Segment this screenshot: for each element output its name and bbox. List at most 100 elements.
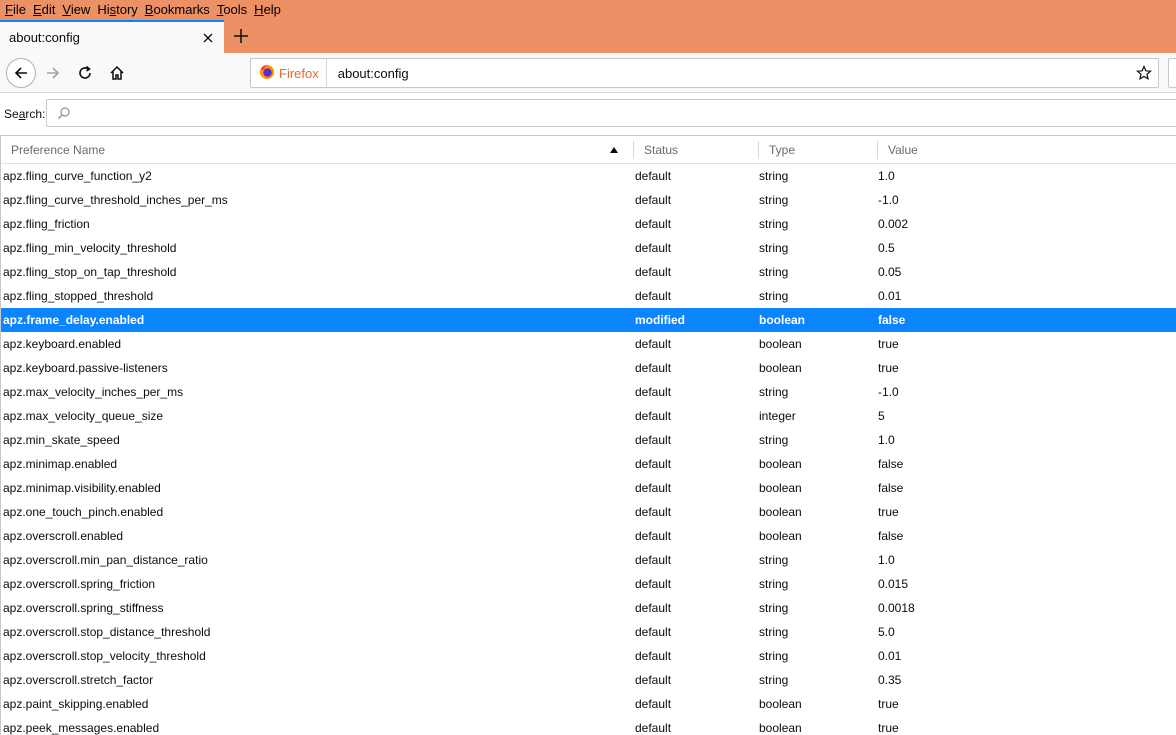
status-cell: default xyxy=(635,337,672,351)
status-cell: default xyxy=(635,553,672,567)
menu-item[interactable]: File xyxy=(2,0,29,20)
table-row[interactable]: apz.overscroll.stop_distance_threshold de… xyxy=(1,620,1176,644)
search-input[interactable] xyxy=(46,99,1176,127)
menu-item[interactable]: Tools xyxy=(214,0,250,20)
value-cell: 0.01 xyxy=(878,649,902,663)
value-cell: true xyxy=(878,505,899,519)
tree-header: Preference Name Status Type Value xyxy=(1,136,1176,164)
table-row[interactable]: apz.overscroll.stretch_factor default stri… xyxy=(1,668,1176,692)
preference-name-cell: apz.keyboard.passive-listeners xyxy=(3,361,168,375)
value-cell: -1.0 xyxy=(878,193,899,207)
table-row[interactable]: apz.fling_stop_on_tap_threshold default st… xyxy=(1,260,1176,284)
bookmark-star-icon[interactable] xyxy=(1130,65,1158,81)
value-cell: 1.0 xyxy=(878,433,895,447)
reload-icon[interactable] xyxy=(70,58,100,88)
type-cell: boolean xyxy=(759,457,802,471)
status-cell: default xyxy=(635,673,672,687)
toolbar-overflow-field[interactable] xyxy=(1168,58,1176,88)
url-input[interactable]: about:config xyxy=(338,66,1130,81)
table-row[interactable]: apz.paint_skipping.enabled default boolean… xyxy=(1,692,1176,716)
table-row[interactable]: apz.fling_min_velocity_threshold default s… xyxy=(1,236,1176,260)
table-row[interactable]: apz.minimap.enabled default boolean false xyxy=(1,452,1176,476)
value-cell: 1.0 xyxy=(878,553,895,567)
status-cell: default xyxy=(635,409,672,423)
column-header-value[interactable]: Value xyxy=(878,136,1176,164)
table-row[interactable]: apz.overscroll.stop_velocity_threshold de… xyxy=(1,644,1176,668)
menu-item[interactable]: Bookmarks xyxy=(142,0,213,20)
value-cell: 0.01 xyxy=(878,289,902,303)
status-cell: default xyxy=(635,217,672,231)
menu-item[interactable]: Help xyxy=(251,0,284,20)
preference-name-cell: apz.overscroll.stop_velocity_threshold xyxy=(3,649,206,663)
status-cell: default xyxy=(635,265,672,279)
value-cell: true xyxy=(878,697,899,711)
status-cell: default xyxy=(635,361,672,375)
table-row[interactable]: apz.overscroll.spring_stiffness default st… xyxy=(1,596,1176,620)
value-cell: true xyxy=(878,361,899,375)
column-header-type[interactable]: Type xyxy=(759,136,877,164)
type-cell: string xyxy=(759,265,789,279)
table-row[interactable]: apz.overscroll.enabled default boolean fals… xyxy=(1,524,1176,548)
table-row[interactable]: apz.fling_curve_function_y2 default string… xyxy=(1,164,1176,188)
table-row[interactable]: apz.max_velocity_inches_per_ms default str… xyxy=(1,380,1176,404)
value-cell: 5 xyxy=(878,409,885,423)
value-cell: 0.015 xyxy=(878,577,909,591)
type-cell: string xyxy=(759,217,789,231)
status-cell: default xyxy=(635,193,672,207)
value-cell: 5.0 xyxy=(878,625,895,639)
column-header-status[interactable]: Status xyxy=(634,136,758,164)
table-row[interactable]: apz.keyboard.passive-listeners default boo… xyxy=(1,356,1176,380)
preference-name-cell: apz.frame_delay.enabled xyxy=(3,313,145,327)
table-row[interactable]: apz.minimap.visibility.enabled default boo… xyxy=(1,476,1176,500)
table-row[interactable]: apz.fling_stopped_threshold default string… xyxy=(1,284,1176,308)
type-cell: string xyxy=(759,673,789,687)
forward-arrow-icon[interactable] xyxy=(38,58,68,88)
value-cell: 0.35 xyxy=(878,673,902,687)
back-arrow-icon[interactable] xyxy=(6,58,36,88)
type-cell: boolean xyxy=(759,481,802,495)
table-row[interactable]: apz.keyboard.enabled default boolean true xyxy=(1,332,1176,356)
type-cell: boolean xyxy=(759,337,802,351)
status-cell: default xyxy=(635,385,672,399)
column-header-preference-name[interactable]: Preference Name xyxy=(1,136,633,164)
table-row[interactable]: apz.peek_messages.enabled default boolean t… xyxy=(1,716,1176,735)
type-cell: string xyxy=(759,169,789,183)
value-cell: false xyxy=(878,481,904,495)
status-cell: default xyxy=(635,241,672,255)
table-row[interactable]: apz.overscroll.spring_friction default str… xyxy=(1,572,1176,596)
firefox-logo-icon xyxy=(259,64,275,83)
plus-icon[interactable] xyxy=(228,23,254,49)
preference-name-cell: apz.overscroll.stretch_factor xyxy=(3,673,154,687)
status-cell: default xyxy=(635,649,672,663)
table-row[interactable]: apz.one_touch_pinch.enabled default boolea… xyxy=(1,500,1176,524)
preference-name-cell: apz.overscroll.enabled xyxy=(3,529,124,543)
table-row[interactable]: apz.fling_curve_threshold_inches_per_ms d… xyxy=(1,188,1176,212)
navigation-toolbar: Firefox about:config xyxy=(0,53,1176,93)
status-cell: default xyxy=(635,529,672,543)
url-bar[interactable]: Firefox about:config xyxy=(250,58,1159,88)
tab-about-config[interactable]: about:config xyxy=(0,20,224,53)
table-row[interactable]: apz.max_velocity_queue_size default intege… xyxy=(1,404,1176,428)
status-cell: default xyxy=(635,625,672,639)
table-row[interactable]: apz.fling_friction default string 0.002 xyxy=(1,212,1176,236)
close-icon[interactable] xyxy=(197,27,219,49)
menu-item[interactable]: View xyxy=(59,0,93,20)
value-cell: 0.5 xyxy=(878,241,895,255)
type-cell: string xyxy=(759,625,789,639)
preference-name-cell: apz.fling_friction xyxy=(3,217,90,231)
table-row[interactable]: apz.overscroll.min_pan_distance_ratio def… xyxy=(1,548,1176,572)
identity-label: Firefox xyxy=(279,65,319,81)
status-cell: modified xyxy=(635,313,685,327)
value-cell: 0.002 xyxy=(878,217,909,231)
preference-name-cell: apz.fling_curve_threshold_inches_per_ms xyxy=(3,193,228,207)
menu-item[interactable]: History xyxy=(94,0,140,20)
table-row[interactable]: apz.frame_delay.enabled modified boolean fa… xyxy=(1,308,1176,332)
home-icon[interactable] xyxy=(102,58,132,88)
status-cell: default xyxy=(635,505,672,519)
table-row[interactable]: apz.min_skate_speed default string 1.0 xyxy=(1,428,1176,452)
menu-item[interactable]: Edit xyxy=(30,0,58,20)
identity-box[interactable]: Firefox xyxy=(251,59,327,87)
preferences-tree: Preference Name Status Type Value apz.fl… xyxy=(0,135,1176,735)
status-cell: default xyxy=(635,697,672,711)
preference-name-cell: apz.max_velocity_inches_per_ms xyxy=(3,385,184,399)
